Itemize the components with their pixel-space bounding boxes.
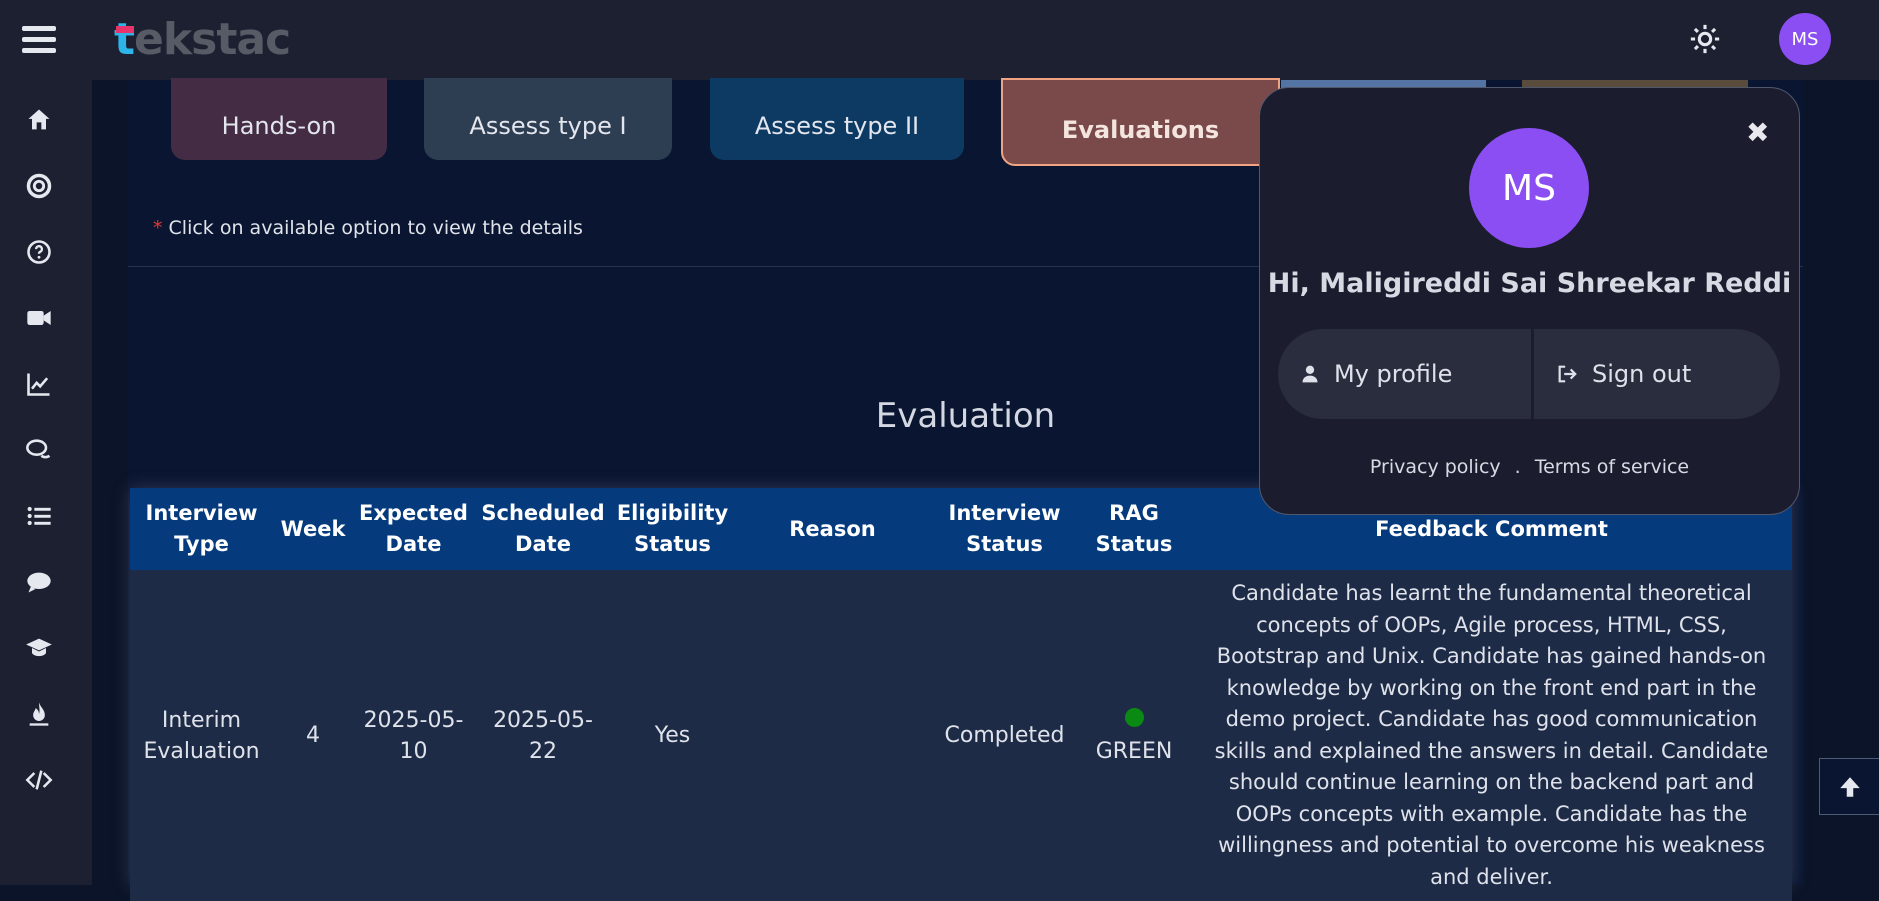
home-icon[interactable] bbox=[22, 103, 56, 137]
popup-avatar: MS bbox=[1469, 128, 1589, 248]
user-icon bbox=[1302, 365, 1318, 383]
terms-of-service-link[interactable]: Terms of service bbox=[1535, 456, 1689, 478]
col-interview-status: Interview Status bbox=[932, 488, 1077, 570]
col-eligibility-status: Eligibility Status bbox=[612, 488, 733, 570]
cell-expected-date: 2025-05- 10 bbox=[353, 570, 474, 901]
sidebar bbox=[0, 80, 92, 885]
tile-evaluations[interactable]: Evaluations bbox=[1001, 78, 1280, 166]
hint-text: * Click on available option to view the … bbox=[153, 217, 583, 239]
help-icon[interactable] bbox=[22, 235, 56, 269]
settings-gear-icon[interactable] bbox=[1688, 22, 1722, 56]
my-profile-button[interactable]: My profile bbox=[1278, 329, 1531, 419]
sign-out-button[interactable]: Sign out bbox=[1534, 329, 1780, 419]
scroll-to-top-button[interactable] bbox=[1819, 758, 1879, 815]
support-icon[interactable] bbox=[22, 169, 56, 203]
arrow-up-icon bbox=[1840, 776, 1860, 797]
table-row: Interim Evaluation 4 2025-05- 10 2025-05- 2… bbox=[130, 570, 1792, 901]
tekstac-logo[interactable]: tekstac bbox=[114, 14, 291, 65]
cell-reason bbox=[733, 570, 932, 901]
comments-icon[interactable] bbox=[22, 433, 56, 467]
profile-popup: ✖ MS Hi, Maligireddi Sai Shreekar Reddi … bbox=[1259, 87, 1800, 515]
rag-green-dot-icon bbox=[1124, 707, 1144, 727]
popup-footer-links: Privacy policy. Terms of service bbox=[1260, 456, 1799, 478]
sign-out-icon bbox=[1558, 365, 1577, 383]
cell-rag-status: GREEN bbox=[1077, 570, 1191, 901]
link-separator: . bbox=[1514, 456, 1521, 478]
hamburger-menu-icon[interactable] bbox=[22, 26, 56, 54]
privacy-policy-link[interactable]: Privacy policy bbox=[1370, 456, 1501, 478]
tile-hands-on[interactable]: Hands-on bbox=[171, 78, 387, 160]
tile-assess-type-1[interactable]: Assess type I bbox=[424, 78, 672, 160]
chart-line-icon[interactable] bbox=[22, 367, 56, 401]
col-reason: Reason bbox=[733, 488, 932, 570]
evaluation-table: Interview Type Week Expected Date Schedule… bbox=[130, 488, 1792, 901]
top-bar: tekstac MS bbox=[0, 0, 1879, 80]
cell-interview-type: Interim Evaluation bbox=[130, 570, 273, 901]
cell-week: 4 bbox=[273, 570, 353, 901]
graduation-cap-icon[interactable] bbox=[22, 631, 56, 665]
fire-icon[interactable] bbox=[22, 697, 56, 731]
profile-actions: My profile Sign out bbox=[1278, 329, 1780, 419]
close-icon[interactable]: ✖ bbox=[1746, 116, 1769, 149]
cell-eligibility-status: Yes bbox=[612, 570, 733, 901]
cell-scheduled-date: 2025-05- 22 bbox=[474, 570, 612, 901]
user-avatar-button[interactable]: MS bbox=[1779, 13, 1831, 65]
cell-feedback-comment: Candidate has learnt the fundamental the… bbox=[1191, 570, 1792, 901]
col-expected-date: Expected Date bbox=[353, 488, 474, 570]
chat-icon[interactable] bbox=[22, 565, 56, 599]
cell-interview-status: Completed bbox=[932, 570, 1077, 901]
col-scheduled-date: Scheduled Date bbox=[474, 488, 612, 570]
col-rag-status: RAG Status bbox=[1077, 488, 1191, 570]
col-interview-type: Interview Type bbox=[130, 488, 273, 570]
video-icon[interactable] bbox=[22, 301, 56, 335]
user-greeting: Hi, Maligireddi Sai Shreekar Reddi bbox=[1267, 268, 1792, 299]
code-icon[interactable] bbox=[22, 763, 56, 797]
col-week: Week bbox=[273, 488, 353, 570]
tile-assess-type-2[interactable]: Assess type II bbox=[710, 78, 964, 160]
list-icon[interactable] bbox=[22, 499, 56, 533]
